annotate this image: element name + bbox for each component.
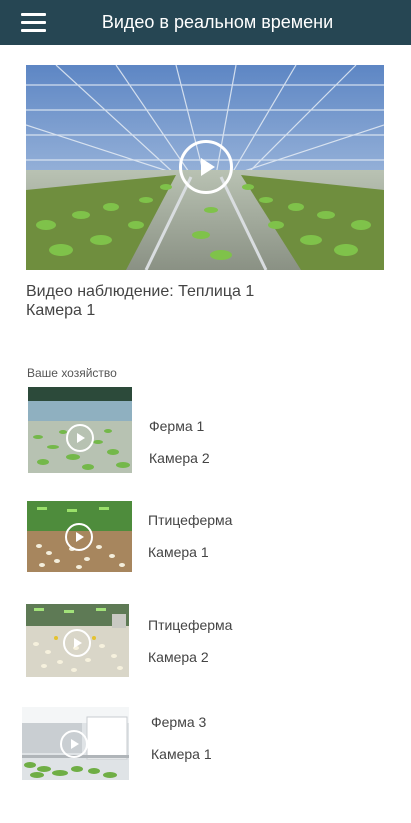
list-item-camera: Камера 1 <box>148 544 209 560</box>
section-label: Ваше хозяйство <box>27 366 117 380</box>
main-video-camera: Камера 1 <box>26 302 96 319</box>
page-title: Видео в реальном времени <box>101 12 334 32</box>
list-item-thumbnail[interactable] <box>26 604 129 677</box>
play-circle-icon[interactable] <box>60 730 88 758</box>
play-circle-icon[interactable] <box>65 523 93 551</box>
list-item-title: Ферма 1 <box>149 418 205 434</box>
list-item-camera: Камера 2 <box>148 649 209 665</box>
list-item-camera: Камера 1 <box>151 746 212 762</box>
list-item-thumbnail[interactable] <box>27 501 132 572</box>
play-circle-icon[interactable] <box>66 424 94 452</box>
list-item-title: Птицеферма <box>148 617 233 633</box>
list-item-thumbnail[interactable] <box>22 707 129 780</box>
list-item-camera: Камера 2 <box>149 450 210 466</box>
list-item-thumbnail[interactable] <box>28 387 132 473</box>
main-video-player[interactable] <box>26 65 384 270</box>
list-item-title: Ферма 3 <box>151 714 207 730</box>
list-item-title: Птицеферма <box>148 512 233 528</box>
app-bar: Видео в реальном времени <box>0 0 411 45</box>
play-circle-icon[interactable] <box>179 140 233 194</box>
main-video-title: Видео наблюдение: Теплица 1 <box>26 283 255 300</box>
play-circle-icon[interactable] <box>63 629 91 657</box>
main-video-caption: Видео наблюдение: Теплица 1 Камера 1 <box>26 282 254 320</box>
